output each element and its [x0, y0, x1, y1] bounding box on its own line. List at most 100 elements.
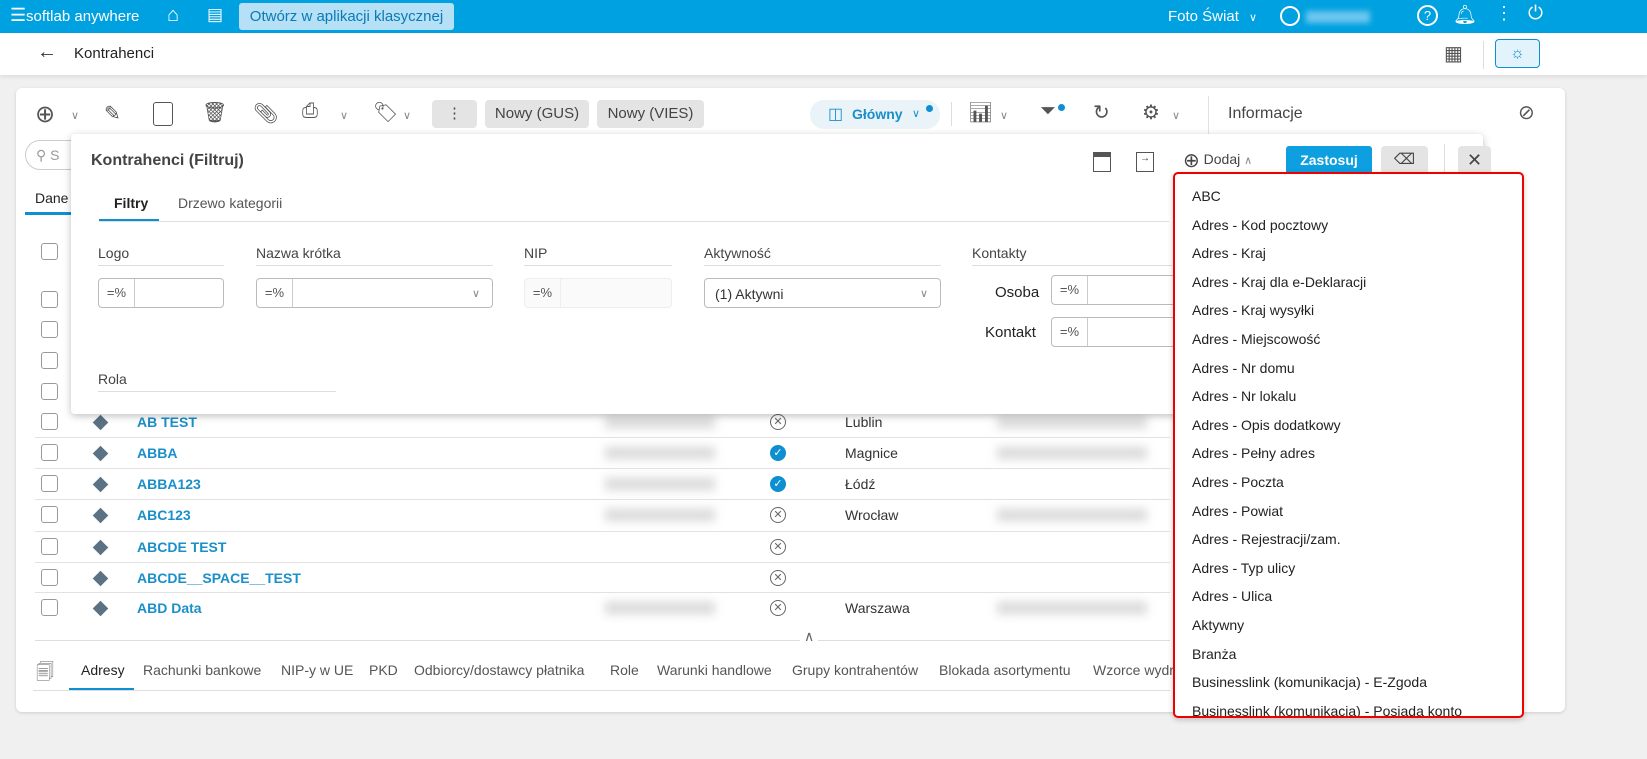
trash-icon[interactable]: 🗑︎ — [202, 100, 227, 125]
filter-icon[interactable]: ⏷ — [1040, 100, 1056, 123]
chevron-up-icon[interactable]: ∧ — [800, 628, 819, 645]
bottom-tab[interactable]: Blokada asortymentu — [939, 662, 1071, 678]
help-icon[interactable]: ? — [1417, 5, 1438, 26]
apply-button[interactable]: Zastosuj — [1286, 146, 1372, 174]
search-document-icon[interactable]: 🗐︎ — [36, 660, 54, 690]
back-arrow-icon[interactable]: ← — [37, 41, 57, 64]
chevron-down-icon[interactable]: ∨ — [1249, 11, 1257, 24]
dropdown-item[interactable]: Adres - Poczta — [1192, 474, 1284, 490]
dropdown-item[interactable]: ABC — [1192, 188, 1221, 204]
paperclip-icon[interactable]: 📎︎ — [253, 101, 278, 126]
bottom-tab[interactable]: NIP-y w UE — [281, 662, 353, 678]
printer-icon[interactable]: ⎙ — [302, 100, 318, 123]
tag-icon[interactable]: 🏷︎ — [373, 100, 398, 125]
clear-eraser-button[interactable]: ⌫ — [1381, 146, 1428, 174]
save-layout-icon[interactable] — [1093, 152, 1111, 172]
bottom-tab[interactable]: Adresy — [81, 662, 125, 678]
aktywnosc-select[interactable]: (1) Aktywni ∨ — [704, 278, 941, 308]
row-checkbox[interactable] — [41, 569, 58, 586]
dropdown-item[interactable]: Businesslink (komunikacja) - E-Zgoda — [1192, 674, 1427, 690]
dropdown-item[interactable]: Adres - Kraj wysyłki — [1192, 302, 1314, 318]
dropdown-item[interactable]: Adres - Miejscowość — [1192, 331, 1320, 347]
tab-dane[interactable]: Dane — [35, 190, 68, 206]
info-document-icon[interactable] — [153, 102, 173, 126]
settings-gear-icon[interactable]: ⚙︎ — [1142, 100, 1160, 125]
company-selector[interactable]: Foto Świat — [1168, 8, 1239, 25]
row-checkbox[interactable] — [41, 599, 58, 616]
chevron-down-icon[interactable]: ∨ — [1000, 109, 1008, 122]
dropdown-item[interactable]: Adres - Pełny adres — [1192, 445, 1315, 461]
kontakt-input[interactable]: =% — [1051, 317, 1181, 347]
dodaj-button[interactable]: ⊕ Dodaj ∧ — [1183, 148, 1252, 173]
dropdown-item[interactable]: Adres - Kraj — [1192, 245, 1266, 261]
home-icon[interactable]: ⌂ — [167, 4, 179, 27]
bell-icon[interactable]: 🔔︎ — [1453, 3, 1477, 27]
bottom-tab[interactable]: Grupy kontrahentów — [792, 662, 918, 678]
hamburger-icon[interactable]: ☰ — [10, 5, 26, 26]
row-checkbox[interactable] — [41, 444, 58, 461]
power-icon[interactable]: ⏻ — [1528, 3, 1543, 25]
osoba-input[interactable]: =% — [1051, 275, 1181, 305]
row-checkbox[interactable] — [41, 413, 58, 430]
nowy-gus-button[interactable]: Nowy (GUS) — [485, 100, 589, 128]
close-icon[interactable]: ✕ — [1458, 146, 1491, 174]
dropdown-item[interactable]: Adres - Rejestracji/zam. — [1192, 531, 1341, 547]
chevron-down-icon[interactable]: ∨ — [1172, 109, 1180, 122]
chevron-down-icon[interactable]: ∨ — [340, 109, 348, 122]
bottom-tab[interactable]: PKD — [369, 662, 398, 678]
dropdown-item[interactable]: Aktywny — [1192, 617, 1244, 633]
table-row[interactable]: ABCDE TEST ✕ — [35, 532, 1170, 562]
dropdown-item[interactable]: Adres - Kraj dla e-Deklaracji — [1192, 274, 1366, 290]
row-checkbox[interactable] — [41, 352, 58, 369]
row-checkbox[interactable] — [41, 538, 58, 555]
layout-grid-icon[interactable]: ▦ — [1444, 41, 1463, 66]
table-row[interactable]: ABBA123 ✓ Łódź — [35, 469, 1170, 499]
table-row[interactable]: ABCDE__SPACE__TEST ✕ — [35, 563, 1170, 593]
user-avatar-icon[interactable] — [1280, 6, 1300, 26]
tab-drzewo-kategorii[interactable]: Drzewo kategorii — [178, 195, 282, 211]
news-icon[interactable]: ▤ — [207, 5, 223, 25]
table-row[interactable]: ABC123 ✕ Wrocław — [35, 500, 1170, 530]
select-all-checkbox[interactable] — [41, 243, 58, 260]
row-checkbox[interactable] — [41, 291, 58, 308]
operator[interactable]: =% — [1052, 318, 1088, 346]
dropdown-item[interactable]: Adres - Opis dodatkowy — [1192, 417, 1341, 433]
contractor-name-link[interactable]: ABC123 — [137, 507, 191, 523]
logo-input[interactable]: =% — [98, 278, 224, 308]
dropdown-item[interactable]: Adres - Ulica — [1192, 588, 1272, 604]
dropdown-item[interactable]: Adres - Powiat — [1192, 503, 1283, 519]
operator[interactable]: =% — [1052, 276, 1088, 304]
chevron-down-icon[interactable]: ∨ — [71, 109, 79, 122]
dropdown-item[interactable]: Adres - Nr domu — [1192, 360, 1295, 376]
row-checkbox[interactable] — [41, 475, 58, 492]
bottom-tab[interactable]: Role — [610, 662, 639, 678]
dropdown-item[interactable]: Businesslink (komunikacja) - Posiada kon… — [1192, 703, 1462, 716]
app-name[interactable]: softlab anywhere — [26, 8, 139, 25]
lightbulb-icon[interactable]: ☼ — [1495, 39, 1540, 68]
dropdown-item[interactable]: Branża — [1192, 646, 1236, 662]
bottom-tab[interactable]: Rachunki bankowe — [143, 662, 261, 678]
dropdown-item[interactable]: Adres - Typ ulicy — [1192, 560, 1295, 576]
open-classic-button[interactable]: Otwórz w aplikacji klasycznej — [239, 3, 454, 30]
row-checkbox[interactable] — [41, 321, 58, 338]
contractor-name-link[interactable]: AB TEST — [137, 414, 197, 430]
tab-filtry[interactable]: Filtry — [114, 195, 148, 211]
more-actions-button[interactable]: ⋮ — [432, 100, 477, 128]
table-row[interactable]: ABD Data ✕ Warszawa — [35, 593, 1170, 623]
bottom-tab[interactable]: Warunki handlowe — [657, 662, 772, 678]
view-selector[interactable]: ◫ Główny ∨ — [810, 100, 940, 129]
chevron-down-icon[interactable]: ∨ — [403, 109, 411, 122]
more-vertical-icon[interactable]: ⋮ — [1495, 3, 1513, 24]
operator[interactable]: =% — [257, 279, 293, 307]
nowy-vies-button[interactable]: Nowy (VIES) — [597, 100, 704, 128]
splitter[interactable] — [35, 640, 1170, 641]
pencil-icon[interactable]: ✎ — [104, 101, 121, 126]
chart-icon[interactable]: 📊︎ — [968, 100, 993, 125]
row-checkbox[interactable] — [41, 383, 58, 400]
contractor-name-link[interactable]: ABCDE__SPACE__TEST — [137, 570, 301, 586]
operator[interactable]: =% — [99, 279, 135, 307]
row-checkbox[interactable] — [41, 506, 58, 523]
contractor-name-link[interactable]: ABCDE TEST — [137, 539, 226, 555]
table-row[interactable]: ABBA ✓ Magnice — [35, 438, 1170, 468]
bottom-tab[interactable]: Wzorce wydr — [1093, 662, 1174, 678]
